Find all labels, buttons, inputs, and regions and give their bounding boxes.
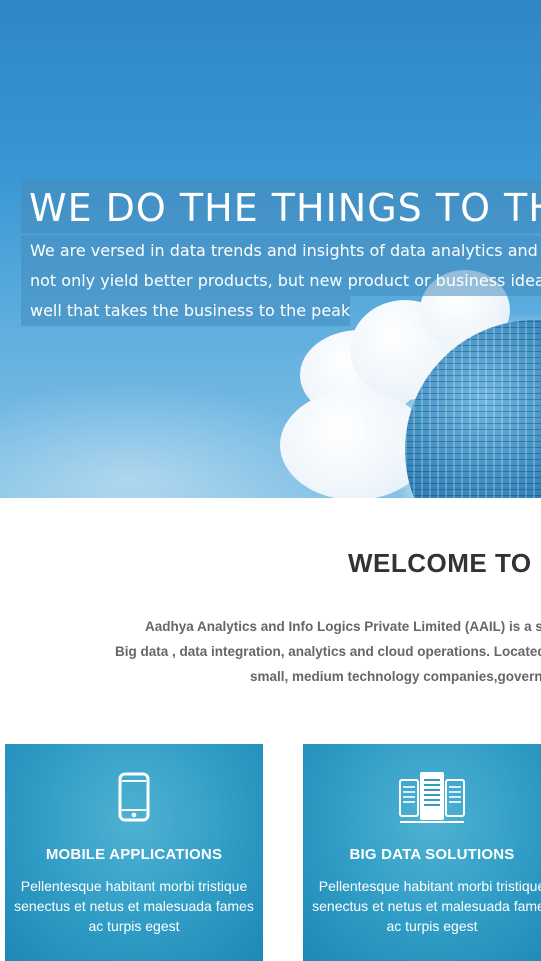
hero-text-line: well that takes the business to the peak… [21, 296, 350, 326]
hero-banner: WE DO THE THINGS TO THE We are versed in… [0, 0, 541, 498]
service-card-big-data-solutions[interactable]: BIG DATA SOLUTIONS Pellentesque habitant… [303, 744, 541, 961]
welcome-title: WELCOME TO [348, 548, 532, 578]
hero-title-box: WE DO THE THINGS TO THE [21, 180, 541, 233]
intro-text-line: Aadhya Analytics and Info Logics Private… [145, 619, 541, 634]
mobile-phone-icon [5, 770, 263, 824]
page: WE DO THE THINGS TO THE We are versed in… [0, 0, 541, 961]
hero-title: WE DO THE THINGS TO THE [29, 186, 541, 230]
hero-text-line: not only yield better products, but new … [21, 266, 541, 296]
card-title: MOBILE APPLICATIONS [45, 846, 223, 863]
server-stack-icon [303, 770, 541, 824]
hero-text-line: We are versed in data trends and insight… [21, 236, 541, 266]
intro-text-line: small, medium technology companies,gover… [250, 669, 541, 684]
intro-text-line: Big data , data integration, analytics a… [115, 644, 541, 659]
service-card-mobile-applications[interactable]: MOBILE APPLICATIONS Pellentesque habitan… [5, 744, 263, 961]
card-description: Pellentesque habitant morbi tristique se… [312, 878, 541, 934]
card-title: BIG DATA SOLUTIONS [349, 846, 515, 863]
card-description: Pellentesque habitant morbi tristique se… [14, 878, 254, 934]
